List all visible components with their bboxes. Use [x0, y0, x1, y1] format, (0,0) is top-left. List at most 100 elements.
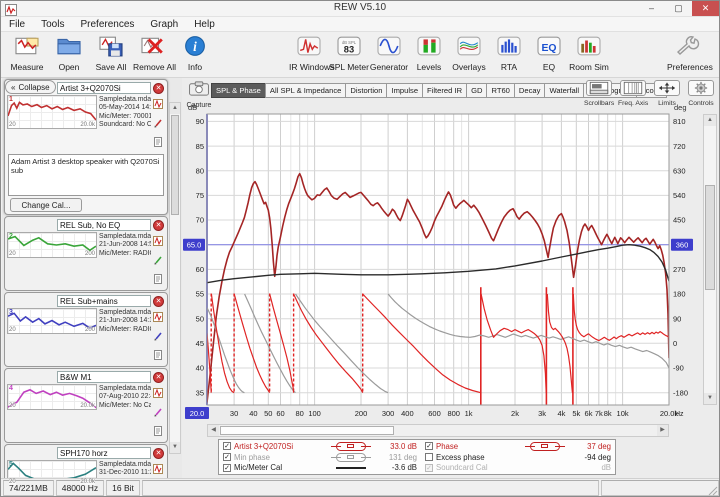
legend-value: -3.6 dB — [369, 463, 417, 472]
scroll-left-arrow[interactable]: ◀ — [208, 425, 219, 436]
tab-waterfall[interactable]: Waterfall — [544, 83, 584, 98]
svg-text:-180: -180 — [673, 388, 688, 397]
maximize-button[interactable]: ▢ — [665, 1, 692, 16]
measurement-thumbnail[interactable]: 42020.0k — [7, 384, 97, 410]
delete-measurement-icon[interactable]: ✕ — [153, 220, 164, 231]
toolbar-levels-button[interactable]: Levels — [409, 35, 449, 72]
toolbar-remove-all-button[interactable]: Remove All — [133, 35, 173, 72]
menu-graph[interactable]: Graph — [142, 19, 186, 30]
hscroll-thumb[interactable] — [220, 426, 394, 435]
measurement-thumbnail[interactable]: 220200 — [7, 232, 97, 258]
measurement-item-4[interactable]: B&W M1✕42020.0kSampledata.mdat07-Aug-201… — [4, 368, 168, 443]
notes-icon[interactable] — [153, 423, 165, 441]
soundcard-cal-checkbox[interactable]: ✓ — [425, 464, 433, 472]
resize-grip[interactable] — [706, 483, 718, 495]
measurement-name-field[interactable]: B&W M1 — [57, 371, 151, 383]
notes-icon[interactable] — [153, 134, 165, 152]
delete-measurement-icon[interactable]: ✕ — [153, 372, 164, 383]
horizontal-scrollbar[interactable]: ◀ ▶ — [207, 424, 669, 437]
tab-spl-phase[interactable]: SPL & Phase — [211, 83, 266, 98]
remove-all-icon — [139, 35, 167, 57]
graph-button-freq-axis[interactable]: Freq. Axis — [618, 80, 648, 107]
measurement-item-2[interactable]: REL Sub, No EQ✕220200Sampledata.mdat21-J… — [4, 216, 168, 291]
measurement-thumbnail[interactable]: 12020.0k — [7, 95, 97, 129]
spl-phase-plot[interactable]: 9085807570605550454035810720630540450270… — [182, 78, 720, 478]
delete-measurement-icon[interactable]: ✕ — [153, 83, 164, 94]
ir-preview-icon[interactable] — [153, 385, 165, 403]
measurement-name-field[interactable]: SPH170 horz — [57, 447, 151, 459]
tab-rt60[interactable]: RT60 — [486, 83, 514, 98]
toolbar-eq-button[interactable]: EQEQ — [529, 35, 569, 72]
trace-style-icon[interactable] — [336, 442, 366, 451]
graph-button-limits[interactable]: Limits — [652, 80, 682, 107]
collapse-button[interactable]: «Collapse — [5, 80, 56, 94]
measurement-name-field[interactable]: Artist 3+Q2070Si — [57, 82, 151, 94]
trace-style-icon[interactable] — [530, 442, 560, 451]
vscroll-thumb[interactable] — [705, 185, 715, 290]
delete-measurement-icon[interactable]: ✕ — [153, 448, 164, 459]
measurement-item-1[interactable]: Artist 3+Q2070Si✕12020.0kSampledata.mdat… — [4, 79, 168, 215]
ir-preview-icon[interactable] — [153, 309, 165, 327]
tab-impulse[interactable]: Impulse — [386, 83, 423, 98]
measurement-name-field[interactable]: REL Sub+mains — [57, 295, 151, 307]
trace-edit-pencil-icon[interactable] — [153, 404, 165, 422]
toolbar-preferences-button[interactable]: Preferences — [667, 35, 707, 72]
scroll-down-arrow[interactable]: ▼ — [704, 393, 716, 404]
toolbar-info-button[interactable]: iInfo — [175, 35, 215, 72]
trace-edit-pencil-icon[interactable] — [153, 328, 165, 346]
change-cal-button[interactable]: Change Cal... — [10, 198, 82, 212]
close-button[interactable]: ✕ — [692, 1, 719, 16]
scroll-down-arrow[interactable]: ▼ — [170, 442, 180, 453]
graph-button-controls[interactable]: Controls — [686, 80, 716, 107]
vertical-scrollbar[interactable]: ▲ ▼ — [703, 114, 717, 405]
trace-edit-pencil-icon[interactable] — [153, 252, 165, 270]
notes-icon[interactable] — [153, 347, 165, 365]
title-bar[interactable]: REW V5.10 – ▢ ✕ — [1, 1, 719, 17]
tab-gd[interactable]: GD — [466, 83, 487, 98]
svg-text:55: 55 — [196, 290, 204, 299]
toolbar-rta-button[interactable]: RTA — [489, 35, 529, 72]
mic-meter-cal-checkbox[interactable]: ✓ — [223, 464, 231, 472]
measurement-name-field[interactable]: REL Sub, No EQ — [57, 219, 151, 231]
status-segment: 16 Bit — [106, 480, 140, 496]
toolbar-generator-button[interactable]: Generator — [369, 35, 409, 72]
measurement-item-3[interactable]: REL Sub+mains✕320200Sampledata.mdat21-Ju… — [4, 292, 168, 367]
toolbar-spl-meter-button[interactable]: dB SPL83SPL Meter — [329, 35, 369, 72]
scroll-up-arrow[interactable]: ▲ — [704, 115, 716, 126]
measurement-notes[interactable]: Adam Artist 3 desktop speaker with Q2070… — [8, 154, 164, 196]
toolbar-overlays-button[interactable]: Overlays — [449, 35, 489, 72]
delete-measurement-icon[interactable]: ✕ — [153, 296, 164, 307]
graph-button-scrollbars[interactable]: Scrollbars — [584, 80, 614, 107]
sidebar-scroll-thumb[interactable] — [171, 115, 179, 215]
ir-preview-icon[interactable] — [153, 461, 165, 479]
scroll-up-arrow[interactable]: ▲ — [170, 103, 180, 114]
toolbar-open-button[interactable]: Open — [49, 35, 89, 72]
menu-tools[interactable]: Tools — [33, 19, 72, 30]
scroll-right-arrow[interactable]: ▶ — [657, 425, 668, 436]
tab-decay[interactable]: Decay — [514, 83, 546, 98]
toolbar-save-all-button[interactable]: Save All — [91, 35, 131, 72]
phase-checkbox[interactable]: ✓ — [425, 442, 433, 450]
menu-preferences[interactable]: Preferences — [72, 19, 142, 30]
minimize-button[interactable]: – — [638, 1, 665, 16]
trace-edit-pencil-icon[interactable] — [153, 115, 165, 133]
toolbar-measure-button[interactable]: Measure — [7, 35, 47, 72]
notes-icon[interactable] — [153, 271, 165, 289]
tab-distortion[interactable]: Distortion — [345, 83, 387, 98]
excess-phase-checkbox[interactable] — [425, 453, 433, 461]
tab-all-spl-impedance[interactable]: All SPL & Impedance — [265, 83, 346, 98]
toolbar-room-sim-button[interactable]: Room Sim — [569, 35, 609, 72]
min-phase-checkbox[interactable]: ✓ — [223, 453, 231, 461]
menu-help[interactable]: Help — [186, 19, 223, 30]
trace-style-icon[interactable] — [336, 453, 366, 462]
measurement-thumbnail[interactable]: 320200 — [7, 308, 97, 334]
ir-preview-icon[interactable] — [153, 96, 165, 114]
ir-preview-icon[interactable] — [153, 233, 165, 251]
toolbar-ir-windows-button[interactable]: IR Windows — [289, 35, 329, 72]
thumb-xmax: 20.0k — [80, 122, 95, 128]
artist-3-q2070si-checkbox[interactable]: ✓ — [223, 442, 231, 450]
tab-filtered-ir[interactable]: Filtered IR — [422, 83, 467, 98]
graph-button-label: Limits — [652, 100, 682, 107]
sidebar-scrollbar[interactable]: ▲▼ — [169, 102, 181, 454]
menu-file[interactable]: File — [1, 19, 33, 30]
